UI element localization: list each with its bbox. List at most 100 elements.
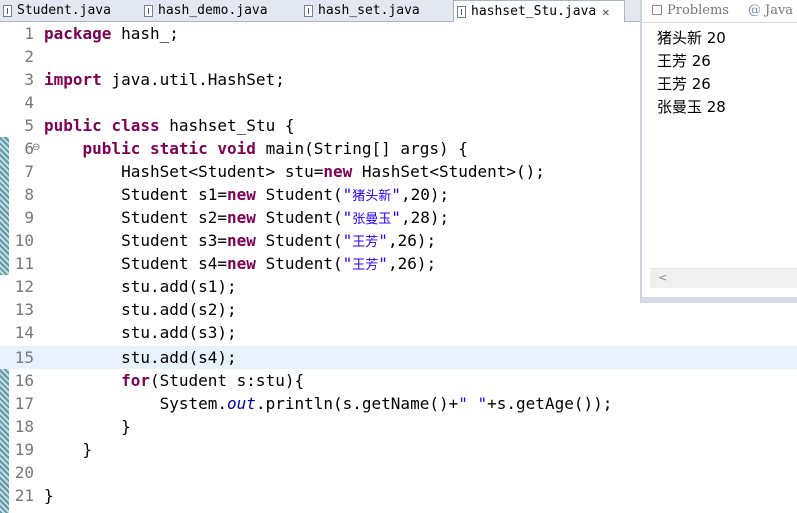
code-text: HashSet<Student> stu=new HashSet<Student… (44, 160, 545, 183)
keyword: public (44, 116, 102, 135)
java-file-icon (144, 4, 153, 17)
java-file-icon (3, 4, 12, 17)
tab-label: Problems (667, 3, 729, 18)
code-token: hash_; (111, 24, 179, 43)
static-field: out (227, 394, 256, 413)
console-line: 王芳 26 (657, 52, 711, 70)
line-number: 17 (14, 394, 34, 413)
line-number: 20 (14, 463, 34, 482)
line-number: 6 (24, 139, 34, 158)
line-number: 13 (14, 300, 34, 319)
code-token: } (82, 440, 93, 459)
java-file-icon (457, 5, 466, 18)
code-text: package hash_; (44, 22, 179, 45)
code-token: HashSet<Student>(); (352, 162, 545, 181)
code-token: ,20); (400, 185, 450, 204)
tab-student-java[interactable]: Student.java (0, 0, 138, 21)
string-quote: " (391, 208, 401, 227)
string-literal: 王芳 (352, 235, 379, 250)
code-token: System. (159, 394, 228, 413)
line-number: 4 (24, 93, 34, 112)
view-tab-bar: Problems @ Java (642, 0, 797, 23)
code-line: 14 stu.add(s3); (0, 321, 797, 344)
keyword: new (227, 231, 256, 250)
line-number: 19 (14, 440, 34, 459)
code-token: } (121, 417, 131, 436)
code-token: stu.add(s4); (121, 348, 237, 367)
line-number: 15 (14, 348, 34, 367)
code-token: HashSet<Student> stu= (121, 162, 324, 181)
code-token: Student s1= (121, 185, 228, 204)
console-line: 张曼玉 28 (657, 98, 726, 116)
editor-tab-bar: Student.java hash_demo.java hash_set.jav… (0, 0, 640, 22)
code-token: hashset_Stu { (159, 116, 295, 135)
code-text: } (44, 484, 54, 507)
close-icon[interactable]: ✕ (602, 5, 609, 19)
line-number: 21 (14, 486, 34, 505)
line-number: 3 (24, 70, 34, 89)
tab-javadoc[interactable]: @ Java (748, 3, 793, 18)
string-literal: 王芳 (352, 258, 379, 273)
code-token: ,26); (387, 231, 437, 250)
code-text: for(Student s:stu){ (44, 369, 304, 392)
line-number: 7 (24, 162, 34, 181)
code-text: } (44, 415, 131, 438)
tab-problems[interactable]: Problems (652, 3, 729, 18)
code-line: 17 System.out.println(s.getName()+" "+s.… (0, 392, 797, 415)
code-token: Student s3= (121, 231, 228, 250)
keyword: import (44, 70, 102, 89)
tab-hash-demo-java[interactable]: hash_demo.java (141, 0, 299, 21)
code-token: ,28); (400, 208, 450, 227)
line-number: 14 (14, 323, 34, 342)
line-number: 1 (24, 24, 34, 43)
problems-icon (652, 5, 662, 15)
at-sign-icon: @ (748, 3, 761, 18)
string-literal: 张曼玉 (352, 212, 392, 227)
code-text: public static void main(String[] args) { (44, 137, 468, 160)
code-line: 16 for(Student s:stu){ (0, 369, 797, 392)
horizontal-scrollbar[interactable]: < (650, 268, 797, 288)
line-number: 18 (14, 417, 34, 436)
string-literal: " " (458, 394, 488, 413)
current-line-highlight: 15 stu.add(s4); (0, 346, 797, 369)
string-quote: " (342, 254, 353, 273)
fold-collapse-icon[interactable]: ⊖ (32, 142, 40, 153)
string-quote: " (342, 231, 353, 250)
code-line: 20 (0, 461, 797, 484)
code-token: Student( (255, 254, 343, 273)
string-quote: " (378, 231, 388, 250)
line-number: 16 (14, 371, 34, 390)
code-token: stu.add(s1); (121, 277, 237, 296)
line-number: 12 (14, 277, 34, 296)
code-token: Student( (255, 231, 343, 250)
code-token: +s.getAge()); (487, 394, 613, 413)
line-number: 8 (24, 185, 34, 204)
code-text: stu.add(s3); (44, 321, 237, 344)
tab-hashset-stu-java[interactable]: hashset_Stu.java ✕ (453, 0, 625, 22)
code-text: System.out.println(s.getName()+" "+s.get… (44, 392, 613, 415)
keyword: static (149, 139, 208, 158)
keyword: void (217, 139, 256, 158)
code-token: Student( (255, 185, 343, 204)
console-line: 王芳 26 (657, 75, 711, 93)
code-text: stu.add(s1); (44, 275, 237, 298)
code-token: stu.add(s3); (121, 323, 237, 342)
keyword: public (82, 139, 141, 158)
keyword: new (227, 254, 256, 273)
code-token: .println(s.getName()+ (255, 394, 459, 413)
code-token: java.util.HashSet; (101, 70, 285, 89)
string-literal: 猪头新 (352, 189, 392, 204)
tab-label: hash_demo.java (158, 3, 268, 18)
keyword: for (121, 371, 150, 390)
code-token: (Student s:stu){ (149, 371, 305, 390)
tab-label: Java (765, 3, 794, 18)
scroll-left-arrow-icon[interactable]: < (658, 271, 667, 284)
code-text: stu.add(s2); (44, 298, 237, 321)
tab-label: Student.java (17, 3, 111, 18)
line-number: 2 (24, 47, 34, 66)
keyword: new (227, 185, 256, 204)
line-number: 11 (14, 254, 34, 273)
code-text: import java.util.HashSet; (44, 68, 285, 91)
tab-hash-set-java[interactable]: hash_set.java (301, 0, 451, 21)
code-token: Student s4= (121, 254, 228, 273)
